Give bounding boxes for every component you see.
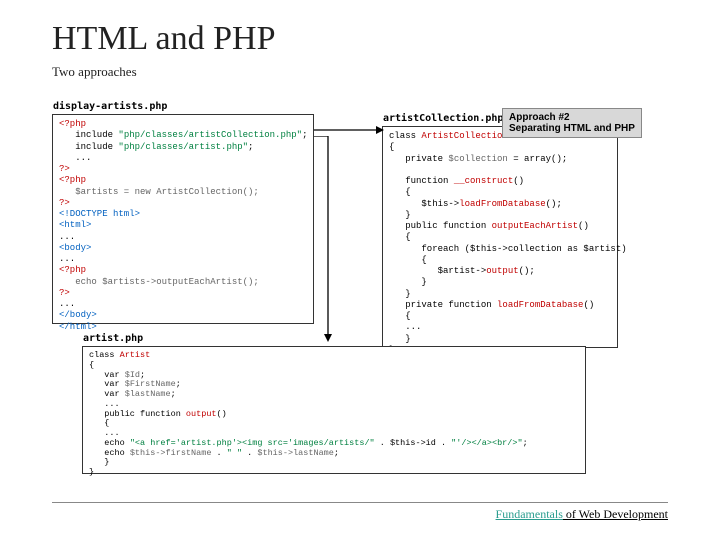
footer-text: of Web Development bbox=[563, 507, 668, 521]
page-title: HTML and PHP bbox=[52, 20, 668, 58]
code-box-display: display-artists.php <?php include "php/c… bbox=[52, 114, 314, 324]
code-box-artist: artist.php class Artist { var $Id; var $… bbox=[82, 346, 586, 474]
footer-link: Fundamentals bbox=[496, 507, 563, 521]
box-label: artist.php bbox=[83, 333, 143, 344]
page-subtitle: Two approaches bbox=[52, 64, 668, 80]
approach-title: Approach #2 bbox=[509, 112, 635, 123]
box-label: display-artists.php bbox=[53, 101, 167, 112]
approach-desc: Separating HTML and PHP bbox=[509, 123, 635, 134]
code-content: class Artist { var $Id; var $FirstName; … bbox=[83, 347, 585, 482]
box-label: artistCollection.php bbox=[383, 113, 503, 124]
code-content: <?php include "php/classes/artistCollect… bbox=[53, 115, 313, 337]
code-box-collection: artistCollection.php class ArtistCollect… bbox=[382, 126, 618, 348]
footer: Fundamentals of Web Development bbox=[52, 502, 668, 522]
code-content: class ArtistCollection { private $collec… bbox=[383, 127, 617, 360]
approach-box: Approach #2 Separating HTML and PHP bbox=[502, 108, 642, 138]
arrow-icon bbox=[314, 120, 384, 140]
arrow-icon bbox=[314, 136, 344, 346]
diagram-area: display-artists.php <?php include "php/c… bbox=[52, 100, 668, 475]
